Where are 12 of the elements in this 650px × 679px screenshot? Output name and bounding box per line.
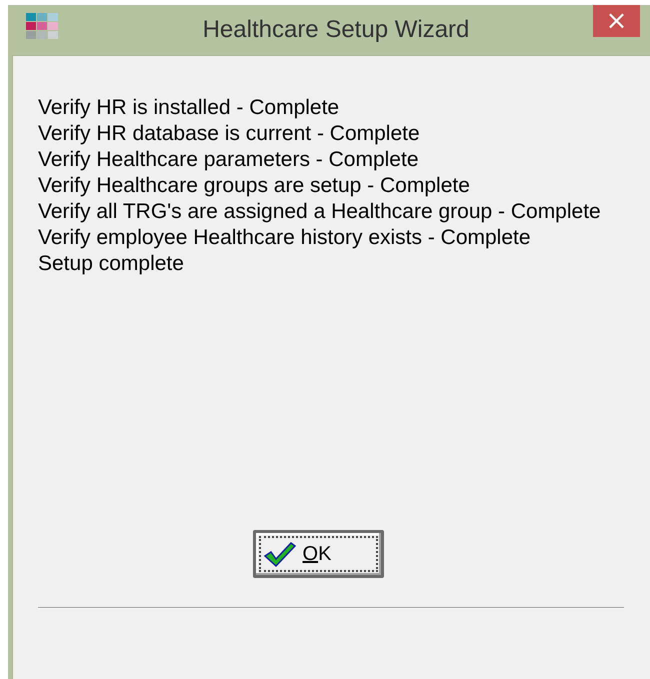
app-icon — [26, 13, 60, 41]
window-title: Healthcare Setup Wizard — [202, 16, 470, 44]
status-message: Verify all TRG's are assigned a Healthcare group - Complete — [38, 199, 601, 225]
status-message: Setup complete — [38, 251, 184, 277]
status-message: Verify employee Healthcare history exists - Complete — [38, 225, 531, 251]
status-message: Verify HR is installed - Complete — [38, 95, 340, 121]
checkmark-icon — [262, 540, 296, 568]
ok-button[interactable]: OK — [252, 530, 384, 578]
close-button[interactable]: × — [593, 5, 640, 37]
status-message: Verify HR database is current - Complete — [38, 121, 420, 147]
status-message: Verify Healthcare groups are setup - Complete — [38, 173, 470, 199]
status-message: Verify Healthcare parameters - Complete — [38, 147, 418, 173]
